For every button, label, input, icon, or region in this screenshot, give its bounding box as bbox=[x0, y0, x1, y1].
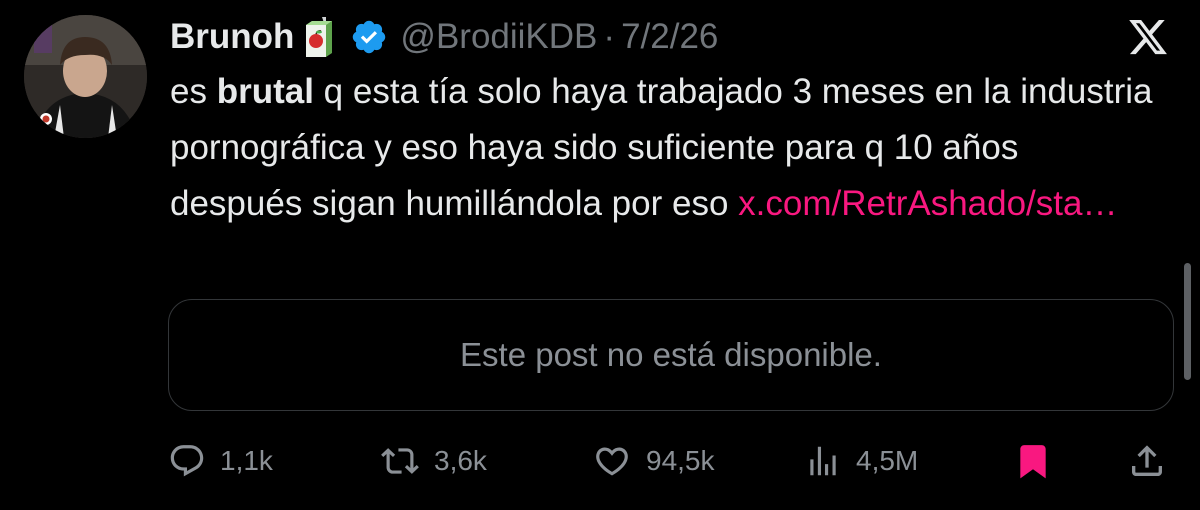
like-button[interactable]: 94,5k bbox=[592, 436, 715, 486]
juice-box-icon bbox=[302, 14, 336, 57]
display-name[interactable]: Brunoh bbox=[170, 17, 294, 57]
views-chart-icon bbox=[810, 446, 836, 476]
repost-icon bbox=[381, 448, 419, 474]
quoted-post-unavailable[interactable]: Este post no está disponible. bbox=[168, 299, 1174, 411]
views-button[interactable]: 4,5M bbox=[804, 436, 918, 486]
post-text-bold: brutal bbox=[216, 72, 314, 111]
avatar-photo bbox=[24, 15, 147, 138]
bookmark-filled-icon bbox=[1020, 445, 1046, 479]
heart-icon bbox=[596, 447, 628, 476]
share-icon bbox=[1132, 445, 1162, 476]
author-handle[interactable]: @BrodiiKDB bbox=[400, 17, 597, 57]
tweet[interactable]: Brunoh @BrodiiKDB · 7/2/26 es brutal q e… bbox=[0, 0, 1200, 510]
scrollbar[interactable] bbox=[1184, 263, 1191, 380]
avatar[interactable] bbox=[24, 15, 147, 138]
verified-badge-icon bbox=[350, 18, 388, 56]
repost-count: 3,6k bbox=[434, 445, 487, 476]
bookmark-button[interactable] bbox=[1014, 436, 1052, 486]
action-bar: 1,1k 3,6k 94,5k 4,5M bbox=[0, 436, 1200, 486]
separator-dot: · bbox=[603, 17, 616, 56]
like-count: 94,5k bbox=[646, 445, 715, 476]
reply-count: 1,1k bbox=[220, 445, 273, 476]
reply-icon bbox=[170, 445, 204, 477]
post-link[interactable]: x.com/RetrAshado/sta… bbox=[738, 184, 1117, 223]
views-count: 4,5M bbox=[856, 445, 919, 476]
x-logo-icon[interactable] bbox=[1127, 16, 1169, 58]
tweet-header: Brunoh @BrodiiKDB · 7/2/26 bbox=[170, 12, 718, 62]
post-text: es brutal q esta tía solo haya trabajado… bbox=[170, 64, 1160, 232]
post-text-start: es bbox=[170, 72, 217, 111]
post-date[interactable]: 7/2/26 bbox=[621, 17, 718, 57]
unavailable-message: Este post no está disponible. bbox=[460, 336, 882, 373]
reply-button[interactable]: 1,1k bbox=[168, 436, 273, 486]
repost-button[interactable]: 3,6k bbox=[380, 436, 487, 486]
share-button[interactable] bbox=[1127, 436, 1167, 486]
